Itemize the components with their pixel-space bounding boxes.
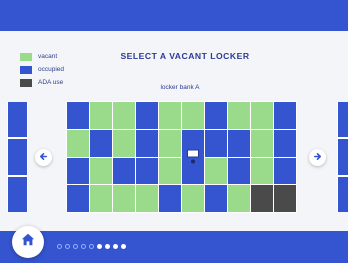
preview-locker <box>8 139 27 175</box>
page-dot[interactable] <box>65 244 70 249</box>
locker-occupied <box>274 129 296 157</box>
bottom-bar <box>0 231 348 263</box>
top-bar <box>0 0 348 31</box>
locker-vacant[interactable] <box>159 129 181 157</box>
occupied-swatch <box>20 65 32 74</box>
page-dot[interactable] <box>89 244 94 249</box>
prev-bank-preview[interactable] <box>7 102 28 212</box>
preview-locker <box>8 176 27 212</box>
arrow-left-icon <box>39 152 48 164</box>
locker-occupied <box>136 157 158 185</box>
ada-swatch <box>20 78 32 87</box>
locker-occupied <box>159 185 181 212</box>
legend-item-ada: ADA use <box>20 76 64 89</box>
locker-occupied <box>67 102 89 129</box>
legend-label: occupied <box>38 66 65 73</box>
locker-vacant[interactable] <box>90 157 112 185</box>
legend: vacant occupied ADA use <box>20 50 64 89</box>
locker-vacant[interactable] <box>113 185 135 212</box>
locker-vacant[interactable] <box>228 185 250 212</box>
legend-label: vacant <box>38 53 58 60</box>
preview-locker <box>338 176 348 212</box>
locker-vacant[interactable] <box>182 102 204 129</box>
legend-item-occupied: occupied <box>20 63 64 76</box>
locker-vacant[interactable] <box>136 185 158 212</box>
preview-locker <box>8 102 27 138</box>
locker-vacant[interactable] <box>205 157 227 185</box>
arrow-right-icon <box>313 152 322 164</box>
locker-vacant[interactable] <box>251 157 273 185</box>
locker-vacant[interactable] <box>228 102 250 129</box>
locker-occupied <box>274 102 296 129</box>
preview-locker <box>338 102 348 138</box>
locker-occupied <box>67 185 89 212</box>
locker-vacant[interactable] <box>251 102 273 129</box>
page-dot[interactable] <box>113 244 118 249</box>
page-title: SELECT A VACANT LOCKER <box>120 51 250 61</box>
page-dot[interactable] <box>97 244 102 249</box>
home-button[interactable] <box>12 226 44 258</box>
locker-vacant[interactable] <box>113 102 135 129</box>
locker-occupied <box>113 157 135 185</box>
page-dot[interactable] <box>105 244 110 249</box>
home-icon <box>21 233 35 251</box>
page-dot[interactable] <box>121 244 126 249</box>
locker-occupied <box>67 157 89 185</box>
bank-label: locker bank A <box>160 84 200 91</box>
page-dot[interactable] <box>81 244 86 249</box>
locker-occupied <box>228 129 250 157</box>
locker-vacant[interactable] <box>251 129 273 157</box>
locker-occupied <box>136 129 158 157</box>
page-dot[interactable] <box>73 244 78 249</box>
locker-ada[interactable] <box>251 185 273 212</box>
locker-vacant[interactable] <box>159 157 181 185</box>
preview-locker <box>338 139 348 175</box>
locker-vacant[interactable] <box>182 185 204 212</box>
vacant-swatch <box>20 52 32 61</box>
locker-vacant[interactable] <box>67 129 89 157</box>
locker-occupied <box>205 102 227 129</box>
prev-bank-button[interactable] <box>35 149 52 166</box>
locker-occupied <box>90 129 112 157</box>
locker-occupied <box>205 129 227 157</box>
locker-vacant[interactable] <box>90 185 112 212</box>
locker-occupied <box>205 185 227 212</box>
page-dot[interactable] <box>57 244 62 249</box>
locker-vacant[interactable] <box>90 102 112 129</box>
pagination-dots <box>57 244 126 249</box>
locker-ada[interactable] <box>274 185 296 212</box>
next-bank-button[interactable] <box>309 149 326 166</box>
locker-occupied <box>136 102 158 129</box>
next-bank-preview[interactable] <box>337 102 348 212</box>
locker-vacant[interactable] <box>113 129 135 157</box>
locker-occupied <box>274 157 296 185</box>
locker-kiosk <box>182 129 204 185</box>
legend-item-vacant: vacant <box>20 50 64 63</box>
locker-vacant[interactable] <box>159 102 181 129</box>
legend-label: ADA use <box>38 79 64 86</box>
locker-occupied <box>228 157 250 185</box>
locker-grid <box>66 101 297 213</box>
kiosk-screen-icon <box>187 149 199 165</box>
